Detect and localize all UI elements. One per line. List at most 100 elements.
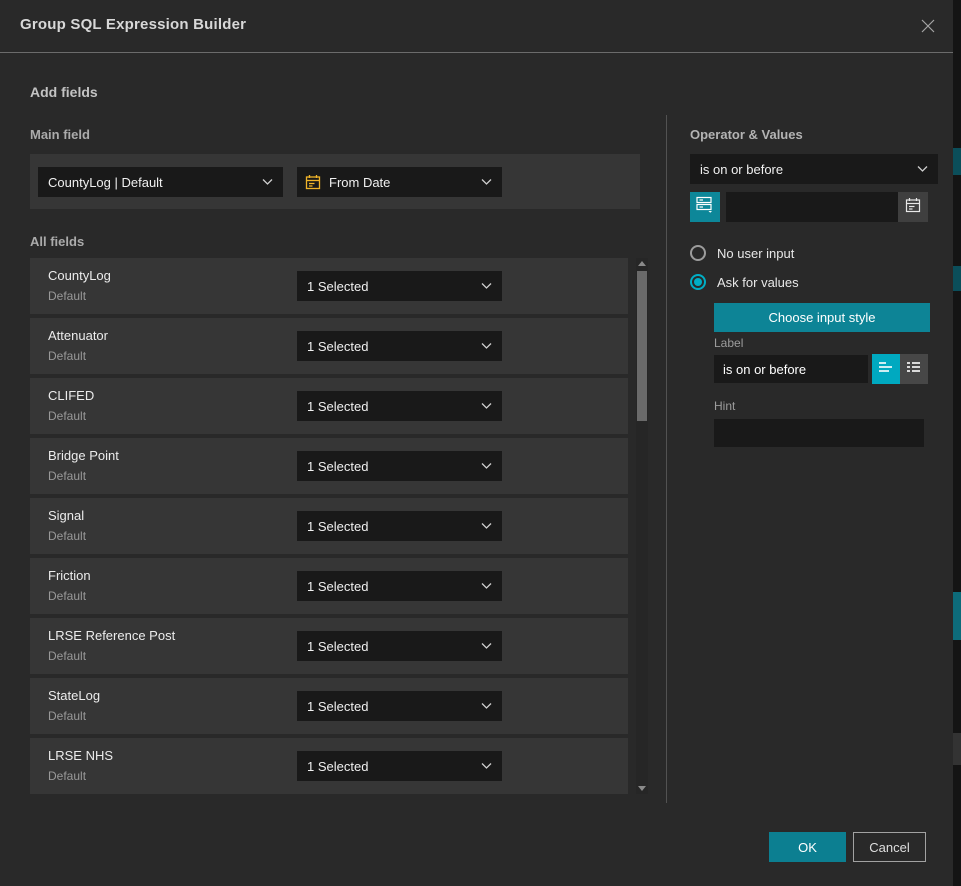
field-row: Bridge Point Default 1 Selected	[30, 438, 628, 494]
field-sublabel: Default	[48, 589, 86, 603]
selected-count-value: 1 Selected	[297, 459, 481, 474]
layer-select-value: CountyLog | Default	[38, 175, 262, 190]
choose-input-style-button[interactable]: Choose input style	[714, 303, 930, 332]
chevron-down-icon	[481, 583, 492, 589]
chevron-down-icon	[481, 643, 492, 649]
background-fragment	[953, 733, 961, 765]
field-values-select[interactable]: 1 Selected	[297, 571, 502, 601]
align-left-icon	[878, 360, 894, 378]
add-fields-heading: Add fields	[30, 84, 98, 100]
background-app-edge	[953, 0, 961, 886]
radio-selected-icon	[690, 274, 706, 290]
field-values-select[interactable]: 1 Selected	[297, 691, 502, 721]
field-select[interactable]: From Date	[297, 167, 502, 197]
operator-select[interactable]: is on or before	[690, 154, 938, 184]
background-fragment	[953, 266, 961, 291]
list-icon	[906, 360, 922, 378]
chevron-down-icon	[481, 763, 492, 769]
operator-select-value: is on or before	[690, 162, 917, 177]
field-select-value: From Date	[319, 175, 481, 190]
field-name: Signal	[48, 508, 84, 523]
field-name: Friction	[48, 568, 91, 583]
chevron-down-icon	[481, 703, 492, 709]
field-sublabel: Default	[48, 649, 86, 663]
selected-count-value: 1 Selected	[297, 339, 481, 354]
list-scrollbar[interactable]	[636, 258, 648, 794]
field-name: Attenuator	[48, 328, 108, 343]
chevron-down-icon	[481, 463, 492, 469]
radio-label: Ask for values	[717, 275, 799, 290]
field-name: LRSE NHS	[48, 748, 113, 763]
calendar-picker-button[interactable]	[898, 192, 928, 222]
dialog-title: Group SQL Expression Builder	[20, 16, 246, 33]
radio-ask-for-values[interactable]: Ask for values	[690, 273, 799, 291]
chevron-down-icon	[481, 283, 492, 289]
section-divider	[666, 115, 667, 803]
radio-icon	[690, 245, 706, 261]
field-values-select[interactable]: 1 Selected	[297, 331, 502, 361]
field-sublabel: Default	[48, 349, 86, 363]
field-sublabel: Default	[48, 289, 86, 303]
field-sublabel: Default	[48, 769, 86, 783]
field-sublabel: Default	[48, 529, 86, 543]
main-field-label: Main field	[30, 127, 90, 142]
scroll-up-icon[interactable]	[638, 261, 646, 266]
field-row: StateLog Default 1 Selected	[30, 678, 628, 734]
label-input[interactable]	[714, 355, 868, 383]
calendar-icon	[905, 197, 921, 218]
field-row: Friction Default 1 Selected	[30, 558, 628, 614]
operator-values-heading: Operator & Values	[690, 127, 803, 142]
cancel-button[interactable]: Cancel	[853, 832, 926, 862]
field-name: Bridge Point	[48, 448, 119, 463]
radio-no-user-input[interactable]: No user input	[690, 244, 794, 262]
field-row: Signal Default 1 Selected	[30, 498, 628, 554]
main-field-panel: CountyLog | Default From Date	[30, 154, 640, 209]
selected-count-value: 1 Selected	[297, 519, 481, 534]
field-sublabel: Default	[48, 709, 86, 723]
field-name: CLIFED	[48, 388, 94, 403]
field-name: LRSE Reference Post	[48, 628, 175, 643]
chevron-down-icon	[262, 179, 273, 185]
value-input-type-button[interactable]	[690, 192, 720, 222]
hint-input[interactable]	[714, 419, 924, 447]
selected-count-value: 1 Selected	[297, 279, 481, 294]
chevron-down-icon	[481, 523, 492, 529]
selected-count-value: 1 Selected	[297, 399, 481, 414]
radio-label: No user input	[717, 246, 794, 261]
background-fragment	[953, 148, 961, 175]
field-row: LRSE NHS Default 1 Selected	[30, 738, 628, 794]
background-fragment	[953, 592, 961, 640]
chevron-down-icon	[481, 403, 492, 409]
field-values-select[interactable]: 1 Selected	[297, 511, 502, 541]
ok-button[interactable]: OK	[769, 832, 846, 862]
label-field-label: Label	[714, 336, 743, 350]
field-sublabel: Default	[48, 409, 86, 423]
all-fields-label: All fields	[30, 234, 84, 249]
field-values-select[interactable]: 1 Selected	[297, 751, 502, 781]
chevron-down-icon	[481, 343, 492, 349]
field-values-select[interactable]: 1 Selected	[297, 631, 502, 661]
field-row: CountyLog Default 1 Selected	[30, 258, 628, 314]
selected-count-value: 1 Selected	[297, 639, 481, 654]
close-icon[interactable]	[917, 15, 939, 37]
field-row: LRSE Reference Post Default 1 Selected	[30, 618, 628, 674]
selected-count-value: 1 Selected	[297, 579, 481, 594]
field-values-select[interactable]: 1 Selected	[297, 391, 502, 421]
field-values-select[interactable]: 1 Selected	[297, 271, 502, 301]
hint-field-label: Hint	[714, 399, 735, 413]
field-row: CLIFED Default 1 Selected	[30, 378, 628, 434]
chevron-down-icon	[917, 166, 928, 172]
field-name: CountyLog	[48, 268, 111, 283]
date-value-input[interactable]	[726, 192, 898, 222]
list-style-button[interactable]	[900, 354, 928, 384]
field-name: StateLog	[48, 688, 100, 703]
layer-select[interactable]: CountyLog | Default	[38, 167, 283, 197]
scroll-down-icon[interactable]	[638, 786, 646, 791]
field-values-select[interactable]: 1 Selected	[297, 451, 502, 481]
align-left-style-button[interactable]	[872, 354, 900, 384]
field-row: Attenuator Default 1 Selected	[30, 318, 628, 374]
group-sql-expression-builder-dialog: Group SQL Expression Builder Add fields …	[0, 0, 961, 886]
dialog-header: Group SQL Expression Builder	[0, 0, 953, 53]
chevron-down-icon	[481, 179, 492, 185]
scrollbar-thumb[interactable]	[637, 271, 647, 421]
